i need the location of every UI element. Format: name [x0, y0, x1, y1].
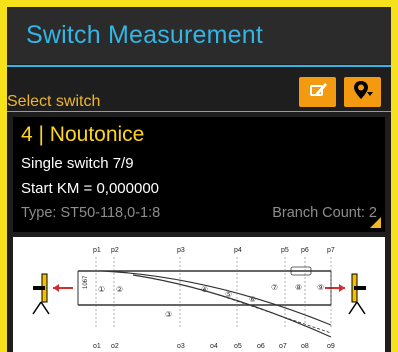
point-label: o3	[177, 343, 185, 350]
left-buffer-icon	[32, 273, 73, 315]
edit-icon	[308, 81, 328, 104]
app-frame: Switch Measurement Select switch 4 | Nou…	[7, 7, 391, 352]
point-label: p4	[234, 247, 242, 254]
diverging-track	[102, 270, 332, 338]
title-divider	[7, 65, 391, 67]
point-label: o8	[301, 343, 309, 350]
card-footer: Type: ST50-118,0-1:8 Branch Count: 2	[21, 205, 377, 221]
switch-type: Type: ST50-118,0-1:8	[21, 205, 161, 221]
edit-button[interactable]	[299, 77, 336, 107]
segment-label: ⑧	[295, 283, 302, 292]
branch-count: Branch Count: 2	[272, 205, 377, 221]
segment-label: ⑦	[271, 283, 278, 292]
point-label: p5	[281, 247, 289, 254]
location-filter-button[interactable]	[344, 77, 381, 107]
segment-label: ⑥	[249, 295, 256, 304]
point-label: p6	[301, 247, 309, 254]
select-switch-label: Select switch	[7, 93, 101, 110]
switch-kind: Single switch 7/9	[21, 155, 134, 172]
switch-diagram: p1 p2 p3 p4 p5 p6 p7 o1 o2 o3 o4 o5 o6 o…	[13, 237, 385, 352]
point-label: p2	[111, 247, 119, 254]
point-label: p3	[177, 247, 185, 254]
point-label: o7	[279, 343, 287, 350]
point-label: o1	[93, 343, 101, 350]
point-label: p1	[93, 247, 101, 254]
point-label: o5	[234, 343, 242, 350]
title-bar: Switch Measurement	[7, 7, 391, 64]
point-label: o9	[327, 343, 335, 350]
segment-label: ⑨	[317, 283, 324, 292]
point-label: o6	[257, 343, 265, 350]
segment-label: ④	[201, 285, 208, 294]
select-divider	[7, 111, 391, 112]
page-title: Switch Measurement	[26, 21, 264, 49]
segment-label: ⑤	[225, 290, 232, 299]
start-km: Start KM = 0,000000	[21, 180, 160, 197]
switch-card[interactable]: 4 | Noutonice Single switch 7/9 Start KM…	[13, 117, 385, 232]
expand-corner-icon[interactable]	[370, 217, 381, 228]
point-label: p7	[327, 247, 335, 254]
switch-title: 4 | Noutonice	[21, 123, 145, 146]
map-pin-filter-icon	[352, 80, 374, 105]
point-label: o4	[210, 343, 218, 350]
segment-label: ③	[165, 310, 172, 319]
point-label: o2	[111, 343, 119, 350]
segment-label: ②	[116, 285, 123, 294]
segment-label: ①	[98, 285, 105, 294]
gauge-label: 1067	[83, 275, 89, 289]
